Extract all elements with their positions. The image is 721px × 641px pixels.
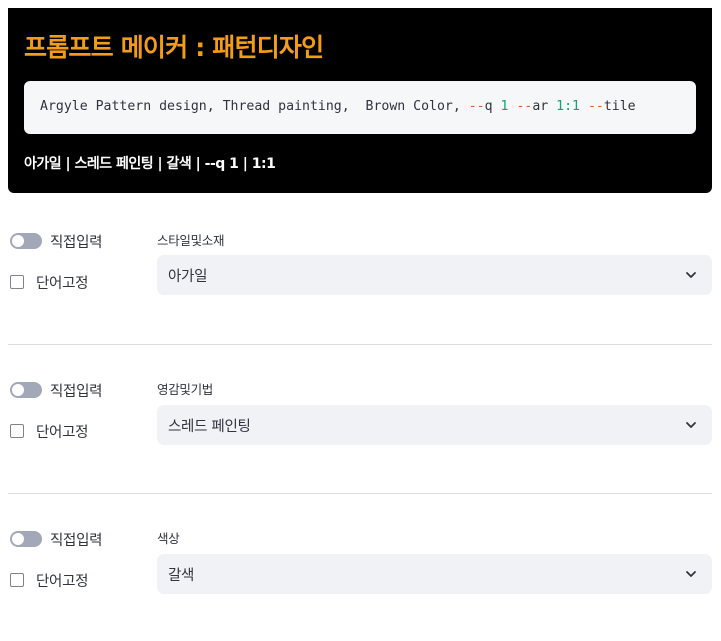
fix-word-checkbox[interactable] [10, 424, 24, 438]
fix-word-label: 단어고정 [36, 275, 89, 292]
fix-word-checkbox[interactable] [10, 275, 24, 289]
direct-input-label: 직접입력 [50, 383, 103, 400]
prompt-code-block[interactable]: Argyle Pattern design, Thread painting, … [24, 81, 696, 134]
inspiration-technique-label: 영감및기법 [157, 382, 214, 397]
section-divider [8, 344, 712, 345]
fix-word-label: 단어고정 [36, 424, 89, 441]
prompt-summary: 아가일 | 스레드 페인팅 | 갈색 | --q 1 | 1:1 [24, 156, 276, 172]
section-divider [8, 493, 712, 494]
direct-input-toggle[interactable] [10, 531, 42, 547]
fix-word-checkbox-row[interactable]: 단어고정 [10, 570, 88, 590]
fix-word-checkbox-row[interactable]: 단어고정 [10, 272, 88, 292]
inspiration-technique-select[interactable]: 스레드 페인팅 [157, 405, 712, 445]
direct-input-label: 직접입력 [50, 234, 103, 251]
code-operator: -- [468, 99, 485, 114]
chevron-down-icon [686, 422, 696, 428]
select-value: 아가일 [168, 269, 208, 285]
code-text-segment: Argyle Pattern design, Thread painting, … [40, 99, 469, 114]
select-value: 갈색 [168, 568, 195, 584]
toggle-knob [12, 533, 24, 545]
toggle-knob [12, 384, 24, 396]
color-label: 색상 [157, 531, 180, 546]
style-material-label: 스타일및소재 [157, 233, 225, 248]
direct-input-toggle-row[interactable]: 직접입력 [10, 380, 102, 400]
code-operator: -- [587, 99, 604, 114]
chevron-down-icon [686, 571, 696, 577]
prompt-code-text: Argyle Pattern design, Thread painting, … [40, 99, 636, 114]
toggle-knob [12, 235, 24, 247]
code-keyword: ar [532, 99, 557, 114]
chevron-down-icon [686, 272, 696, 278]
fix-word-checkbox[interactable] [10, 573, 24, 587]
select-value: 스레드 페인팅 [168, 419, 251, 435]
code-keyword: q [484, 99, 501, 114]
prompt-header: 프롬프트 메이커 : 패턴디자인 Argyle Pattern design, … [8, 8, 712, 193]
code-number: 1:1 [556, 99, 580, 114]
code-operator: -- [516, 99, 533, 114]
direct-input-label: 직접입력 [50, 532, 103, 549]
code-keyword: tile [603, 99, 636, 114]
color-select[interactable]: 갈색 [157, 554, 712, 594]
direct-input-toggle[interactable] [10, 233, 42, 249]
fix-word-checkbox-row[interactable]: 단어고정 [10, 421, 88, 441]
fix-word-label: 단어고정 [36, 573, 89, 590]
style-material-select[interactable]: 아가일 [157, 255, 712, 295]
direct-input-toggle[interactable] [10, 382, 42, 398]
page-title: 프롬프트 메이커 : 패턴디자인 [24, 33, 324, 62]
direct-input-toggle-row[interactable]: 직접입력 [10, 529, 102, 549]
direct-input-toggle-row[interactable]: 직접입력 [10, 231, 102, 251]
